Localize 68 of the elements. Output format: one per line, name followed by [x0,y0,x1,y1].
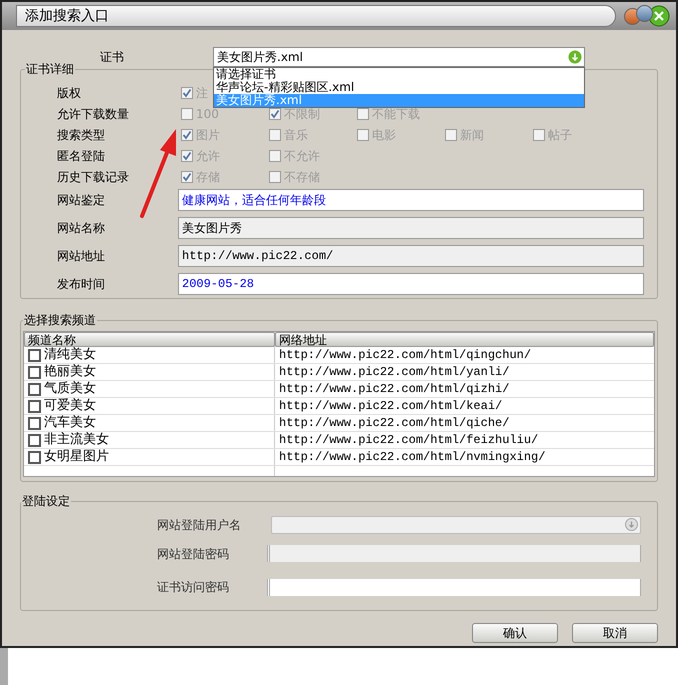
column-header[interactable]: 频道名称 [24,332,275,347]
option-label: 帖子 [548,126,572,144]
close-button[interactable] [648,5,670,27]
channel-name: 可爱美女 [44,397,96,415]
row-label: 历史下载记录 [57,168,130,186]
dialog-button[interactable]: 确认 [472,623,558,643]
checkbox[interactable] [28,366,41,378]
option-label: 注 [196,84,208,102]
option-label: 图片 [196,126,220,144]
column-header[interactable]: 网络地址 [275,332,654,347]
row-label: 搜索类型 [57,126,106,144]
side-strip [0,648,8,685]
option-label: 允许 [196,148,220,164]
channel-name: 清纯美女 [44,346,96,364]
option-label: 音乐 [284,126,308,144]
channel-name: 非主流美女 [44,431,109,449]
field-label: 网站鉴定 [57,192,106,209]
channel-name: 女明星图片 [44,448,109,466]
group-title: 选择搜索频道 [23,312,97,329]
channel-url: http://www.pic22.com/html/yanli/ [279,364,510,381]
option-label: 不存储 [284,168,320,186]
channel-url: http://www.pic22.com/html/qizhi/ [279,381,510,398]
group-title: 登陆设定 [21,493,71,510]
channel-url: http://www.pic22.com/html/keai/ [279,398,502,415]
dialog-button[interactable]: 取消 [572,623,658,643]
option-label: 存储 [196,168,220,186]
checkbox[interactable] [28,416,41,430]
text-field[interactable]: http://www.pic22.com/ [178,245,644,267]
channel-name: 汽车美女 [44,414,96,432]
dropdown-icon [625,518,638,531]
row-label: 允许下载数量 [57,106,130,122]
option-label: 不允许 [284,148,320,164]
row-label: 版权 [57,84,82,102]
maximize-button[interactable] [636,4,653,22]
row-label: 匿名登陆 [57,148,106,164]
channel-url: http://www.pic22.com/html/qingchun/ [279,347,532,364]
field-label: 证书访问密码 [157,579,230,596]
text-field[interactable]: 美女图片秀 [178,217,644,239]
certificate-label: 证书 [100,49,125,66]
channel-url: http://www.pic22.com/html/nvmingxing/ [279,449,546,466]
option-label: 100 [196,106,219,122]
channel-name: 气质美女 [44,380,96,398]
checkbox[interactable] [28,434,41,446]
dropdown-value: 美女图片秀.xml [217,49,304,66]
field-label: 网站登陆用户名 [157,516,242,534]
field-label: 网站地址 [57,248,106,265]
channel-url: http://www.pic22.com/html/feizhuliu/ [279,432,538,449]
text-field[interactable]: 健康网站，适合任何年龄段 [178,189,644,211]
dropdown-option[interactable]: 请选择证书 [214,68,584,81]
window-title: 添加搜索入口 [25,6,109,26]
dropdown-icon [568,50,582,64]
password-field[interactable] [267,578,641,596]
option-label: 不限制 [284,106,320,122]
group-title: 证书详细 [25,61,75,78]
option-label: 新闻 [460,126,484,144]
option-label: 不能下载 [372,106,420,122]
checkbox[interactable] [28,450,41,464]
field-label: 网站登陆密码 [157,546,230,562]
dropdown-option[interactable]: 华声论坛-精彩贴图区.xml [214,81,584,94]
checkbox[interactable] [28,348,41,362]
text-field[interactable]: 2009-05-28 [178,273,644,295]
checkbox[interactable] [28,400,41,412]
checkbox[interactable] [28,382,41,396]
option-label: 电影 [372,126,396,144]
channel-url: http://www.pic22.com/html/qiche/ [279,415,510,432]
field-label: 网站名称 [57,220,106,237]
channel-name: 艳丽美女 [44,363,96,381]
field-label: 发布时间 [57,276,106,293]
